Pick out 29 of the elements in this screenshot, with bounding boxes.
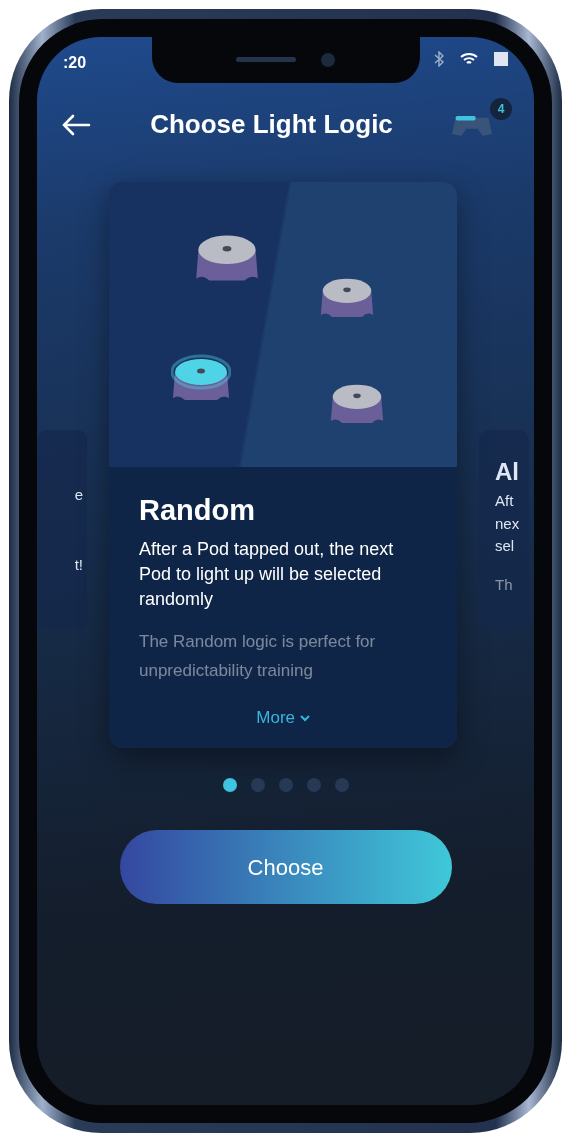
- logic-details: The Random logic is perfect for unpredictability training: [139, 631, 377, 682]
- card-text-fragment: Aft: [495, 491, 515, 511]
- count-badge: 4: [490, 97, 512, 120]
- page-dot[interactable]: [250, 778, 265, 792]
- battery-icon: [494, 52, 508, 66]
- card-text-fragment: e: [74, 484, 83, 505]
- bluetooth-icon: [434, 51, 444, 67]
- card-text-fragment: sel: [495, 536, 516, 556]
- page-dot[interactable]: [222, 778, 237, 792]
- card-title-fragment: Al: [495, 457, 520, 487]
- card-text-fragment: Th: [495, 574, 514, 595]
- chevron-down-icon: [299, 714, 310, 722]
- screen-title: Choose Light Logic: [150, 108, 393, 141]
- speaker-icon: [235, 57, 296, 63]
- card-text-fragment: t!: [74, 555, 83, 575]
- side-card[interactable]: e t!: [37, 430, 87, 630]
- status-time: :20: [62, 53, 88, 73]
- page-dot[interactable]: [334, 778, 349, 792]
- logic-title: Random: [139, 493, 256, 528]
- card-text-fragment: nex: [495, 513, 521, 534]
- page-dot[interactable]: [306, 778, 321, 792]
- page-dot[interactable]: [278, 778, 293, 792]
- back-arrow-icon[interactable]: [61, 113, 91, 136]
- camera-icon: [319, 52, 336, 68]
- choose-button[interactable]: Choose: [119, 830, 452, 904]
- more-link[interactable]: More: [256, 707, 310, 727]
- side-card[interactable]: Al Aft nex sel Th: [479, 430, 529, 630]
- logic-description: After a Pod tapped out, the next Pod to light up will be selected randomly: [139, 537, 395, 611]
- wifi-icon: [460, 52, 478, 66]
